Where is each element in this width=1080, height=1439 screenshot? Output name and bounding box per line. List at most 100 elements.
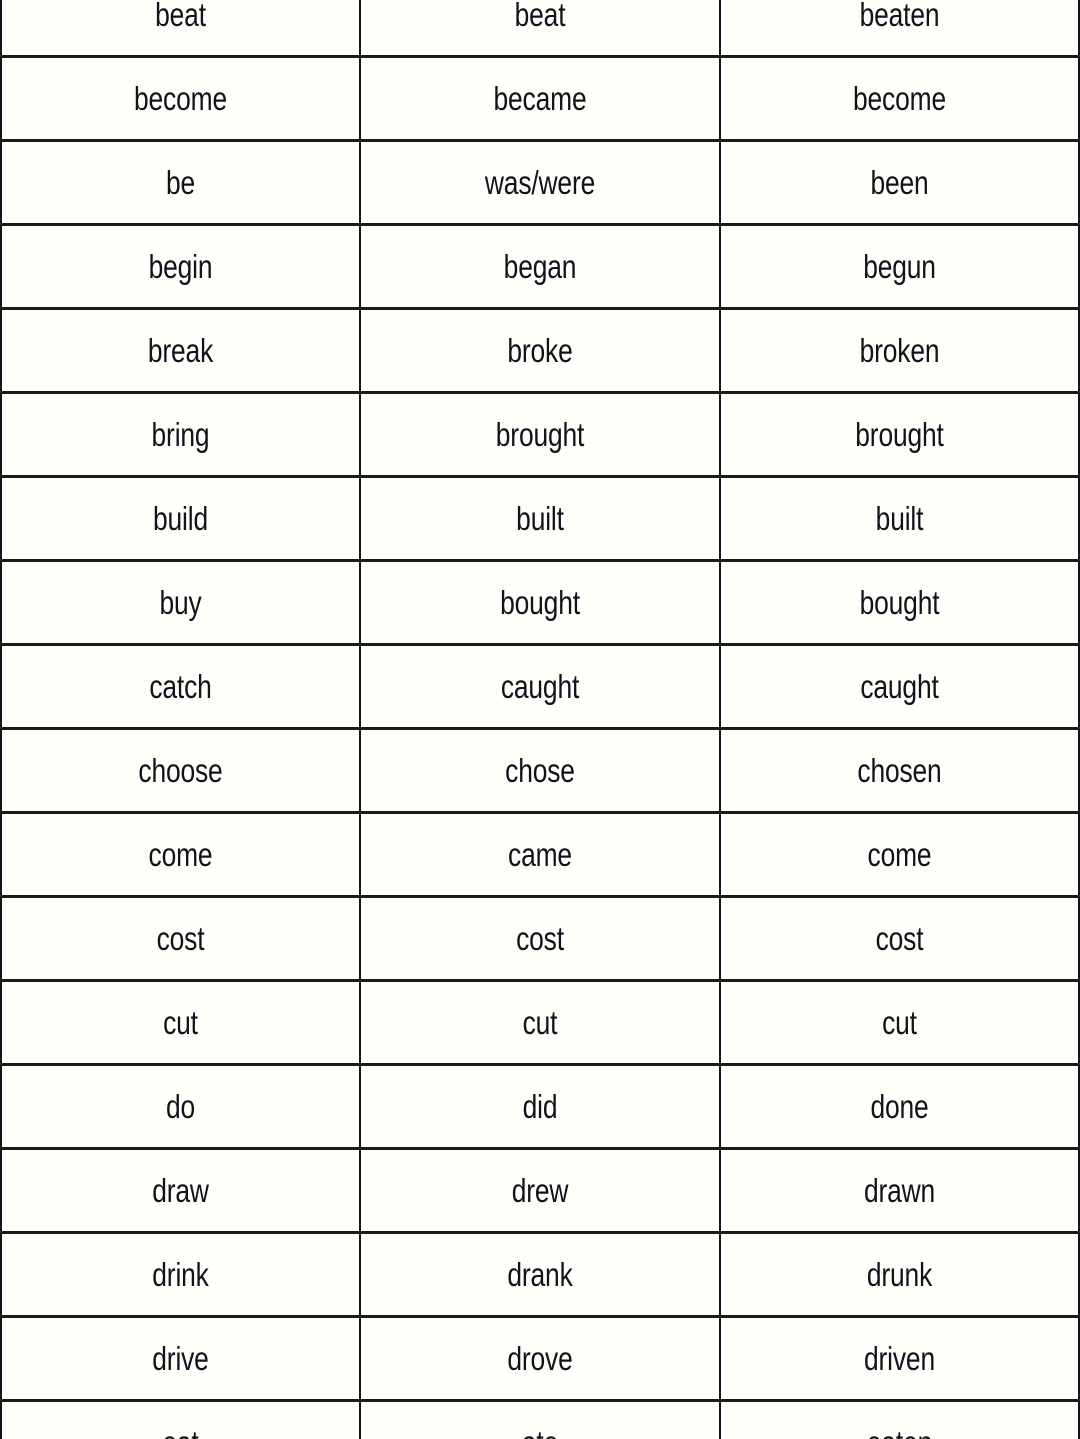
table-row: beat beat beaten xyxy=(0,0,1080,58)
verb-past-simple: came xyxy=(359,811,721,898)
verb-base-form-text: drive xyxy=(152,1340,209,1377)
verb-past-participle-text: broken xyxy=(859,332,940,369)
table-row: buy bought bought xyxy=(0,559,1080,646)
verb-base-form: build xyxy=(0,475,361,562)
table-row: bring brought brought xyxy=(0,391,1080,478)
verb-past-participle-text: cut xyxy=(882,1004,917,1041)
verb-base-form-text: draw xyxy=(152,1172,209,1209)
table-row: choose chose chosen xyxy=(0,727,1080,814)
verb-past-simple-text: drank xyxy=(507,1256,573,1293)
verb-table-container: beat beat beaten become became become be was/we… xyxy=(0,0,1080,1439)
verb-past-participle-text: bought xyxy=(859,584,940,621)
verb-past-simple-text: brought xyxy=(495,416,585,453)
verb-past-participle-text: drawn xyxy=(863,1172,936,1209)
verb-past-simple-text: was/were xyxy=(484,164,596,201)
verb-past-participle: drawn xyxy=(719,1147,1080,1234)
verb-base-form-text: beat xyxy=(155,0,206,33)
table-row: become became become xyxy=(0,55,1080,142)
table-row: be was/were been xyxy=(0,139,1080,226)
verb-past-simple-text: broke xyxy=(507,332,573,369)
table-row: eat ate eaten xyxy=(0,1399,1080,1439)
verb-past-participle: eaten xyxy=(719,1399,1080,1439)
table-row: come came come xyxy=(0,811,1080,898)
verb-past-participle: bought xyxy=(719,559,1080,646)
verb-past-simple: became xyxy=(359,55,721,142)
verb-base-form-text: buy xyxy=(159,584,202,621)
verb-past-simple-text: drove xyxy=(507,1340,573,1377)
verb-past-participle-text: become xyxy=(853,80,946,117)
verb-past-simple-text: chose xyxy=(505,752,575,789)
verb-past-participle: built xyxy=(719,475,1080,562)
table-row: catch caught caught xyxy=(0,643,1080,730)
verb-past-simple: cost xyxy=(359,895,721,982)
verb-past-simple: caught xyxy=(359,643,721,730)
verb-past-participle: cost xyxy=(719,895,1080,982)
verb-past-simple: ate xyxy=(359,1399,721,1439)
verb-base-form: draw xyxy=(0,1147,361,1234)
verb-past-simple-text: beat xyxy=(514,0,566,33)
verb-past-simple-text: built xyxy=(516,500,564,537)
verb-past-participle: broken xyxy=(719,307,1080,394)
verb-past-simple: cut xyxy=(359,979,721,1066)
verb-past-simple-text: began xyxy=(503,248,577,285)
verb-base-form-text: do xyxy=(165,1088,196,1125)
verb-past-simple-text: cost xyxy=(516,920,564,957)
verb-past-participle-text: begun xyxy=(863,248,936,285)
verb-base-form: beat xyxy=(0,0,361,58)
verb-base-form: eat xyxy=(0,1399,361,1439)
verb-past-participle: come xyxy=(719,811,1080,898)
verb-past-simple: brought xyxy=(359,391,721,478)
verb-base-form: come xyxy=(0,811,361,898)
verb-past-simple: chose xyxy=(359,727,721,814)
verb-base-form: begin xyxy=(0,223,361,310)
verb-base-form-text: choose xyxy=(138,752,223,789)
verb-base-form: be xyxy=(0,139,361,226)
verb-base-form: drink xyxy=(0,1231,361,1318)
verb-past-participle-text: been xyxy=(870,164,929,201)
verb-base-form: buy xyxy=(0,559,361,646)
verb-base-form-text: build xyxy=(153,500,208,537)
table-row: drink drank drunk xyxy=(0,1231,1080,1318)
verb-past-participle-text: beaten xyxy=(859,0,940,33)
verb-past-simple-text: drew xyxy=(511,1172,569,1209)
verb-base-form: choose xyxy=(0,727,361,814)
verb-base-form-text: eat xyxy=(38,1426,324,1439)
verb-base-form-text: begin xyxy=(148,248,213,285)
verb-past-participle-text: brought xyxy=(855,416,944,453)
verb-past-simple: beat xyxy=(359,0,721,58)
verb-past-participle-text: come xyxy=(867,836,932,873)
verb-past-participle-text: built xyxy=(875,500,924,537)
verb-past-participle: brought xyxy=(719,391,1080,478)
table-row: begin began begun xyxy=(0,223,1080,310)
verb-past-participle: drunk xyxy=(719,1231,1080,1318)
verb-past-simple: began xyxy=(359,223,721,310)
verb-base-form: break xyxy=(0,307,361,394)
verb-past-simple-text: ate xyxy=(397,1426,683,1439)
verb-past-participle-text: driven xyxy=(864,1340,935,1377)
verb-past-participle: become xyxy=(719,55,1080,142)
verb-table-body: beat beat beaten become became become be was/we… xyxy=(0,0,1080,1439)
irregular-verbs-table: beat beat beaten become became become be was/we… xyxy=(0,0,1080,1439)
verb-past-simple: drew xyxy=(359,1147,721,1234)
verb-base-form-text: bring xyxy=(151,416,210,453)
verb-past-participle: driven xyxy=(719,1315,1080,1402)
verb-base-form: bring xyxy=(0,391,361,478)
verb-past-participle-text: cost xyxy=(875,920,924,957)
verb-past-simple-text: bought xyxy=(500,584,580,621)
verb-base-form: become xyxy=(0,55,361,142)
table-row: drive drove driven xyxy=(0,1315,1080,1402)
verb-past-simple-text: came xyxy=(508,836,572,873)
verb-past-simple-text: cut xyxy=(522,1004,558,1041)
verb-base-form: cost xyxy=(0,895,361,982)
verb-base-form-text: drink xyxy=(152,1256,209,1293)
verb-base-form-text: come xyxy=(148,836,213,873)
table-row: do did done xyxy=(0,1063,1080,1150)
table-row: cost cost cost xyxy=(0,895,1080,982)
table-row: draw drew drawn xyxy=(0,1147,1080,1234)
verb-base-form-text: be xyxy=(165,164,196,201)
verb-past-participle: chosen xyxy=(719,727,1080,814)
verb-past-simple: built xyxy=(359,475,721,562)
verb-past-simple: drove xyxy=(359,1315,721,1402)
verb-past-participle: cut xyxy=(719,979,1080,1066)
verb-past-participle: begun xyxy=(719,223,1080,310)
